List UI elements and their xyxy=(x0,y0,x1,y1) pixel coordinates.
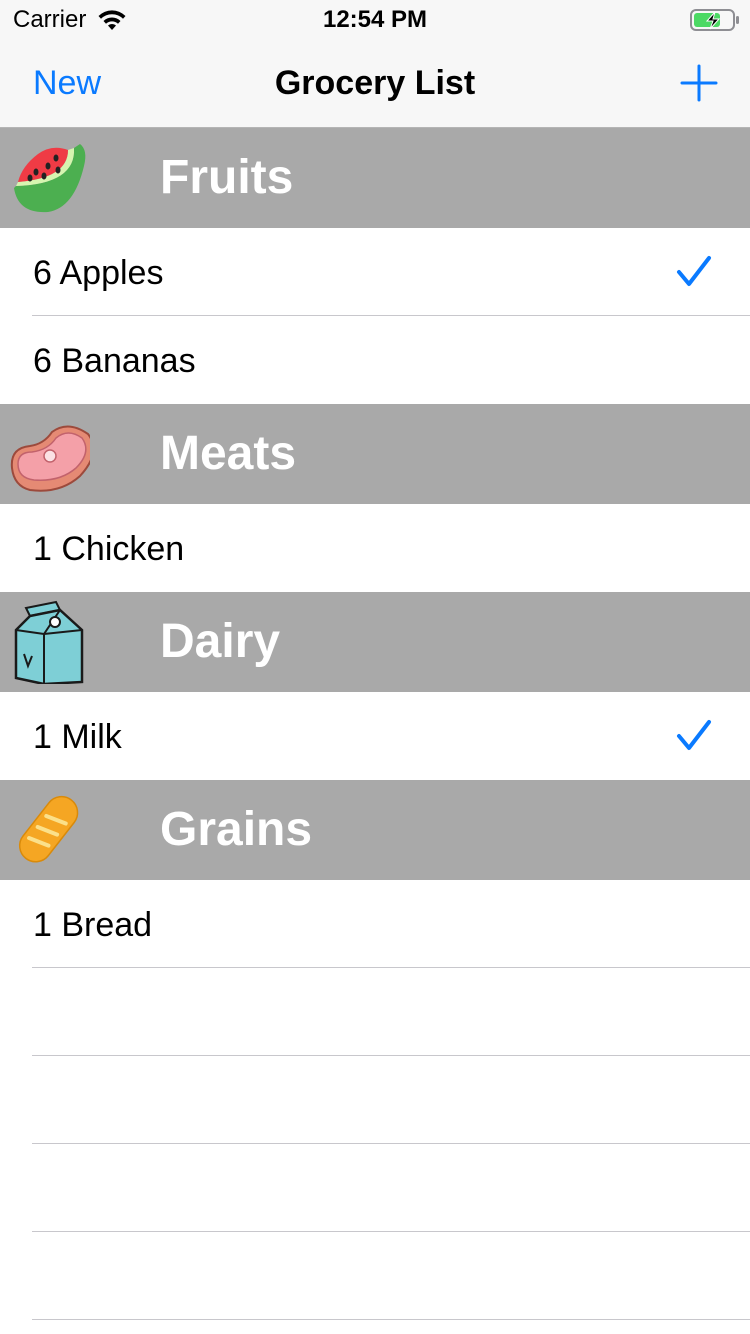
section-title: Meats xyxy=(160,427,297,480)
empty-row xyxy=(0,968,750,1056)
list-item[interactable]: 1 Chicken xyxy=(0,504,750,592)
list-item[interactable]: 6 Apples xyxy=(0,228,750,316)
list-item[interactable]: 1 Bread xyxy=(0,880,750,968)
checkmark-icon xyxy=(677,256,711,286)
empty-row xyxy=(0,1144,750,1232)
item-label: 1 Chicken xyxy=(33,530,185,568)
page-title: Grocery List xyxy=(274,64,476,102)
empty-row xyxy=(0,1056,750,1144)
status-bar: Carrier 12:54 PM xyxy=(0,0,750,40)
row-separator xyxy=(32,1319,750,1320)
plus-icon[interactable] xyxy=(680,64,718,102)
list-item[interactable]: 1 Milk xyxy=(0,692,750,780)
grocery-table: Fruits 6 Apples 6 Bananas Meats 1 Chicke… xyxy=(0,128,750,1320)
navigation-bar: New Grocery List xyxy=(0,40,750,128)
steak-icon xyxy=(10,425,90,492)
section-header-grains: Grains xyxy=(0,780,750,880)
item-label: 1 Milk xyxy=(33,718,122,756)
status-time: 12:54 PM xyxy=(322,6,428,33)
checkmark-icon xyxy=(677,720,711,750)
section-header-dairy: Dairy xyxy=(0,592,750,692)
item-label: 6 Apples xyxy=(33,254,164,292)
list-item[interactable]: 6 Bananas xyxy=(0,316,750,404)
milk-carton-icon xyxy=(14,600,84,684)
item-label: 6 Bananas xyxy=(33,342,196,380)
item-label: 1 Bread xyxy=(33,906,153,944)
watermelon-icon xyxy=(14,144,86,213)
section-title: Fruits xyxy=(160,151,294,204)
section-title: Grains xyxy=(160,803,313,856)
battery-icon xyxy=(690,9,739,31)
section-header-fruits: Fruits xyxy=(0,128,750,228)
section-title: Dairy xyxy=(160,615,281,668)
section-header-meats: Meats xyxy=(0,404,750,504)
empty-row xyxy=(0,1232,750,1320)
bread-icon xyxy=(18,795,79,863)
